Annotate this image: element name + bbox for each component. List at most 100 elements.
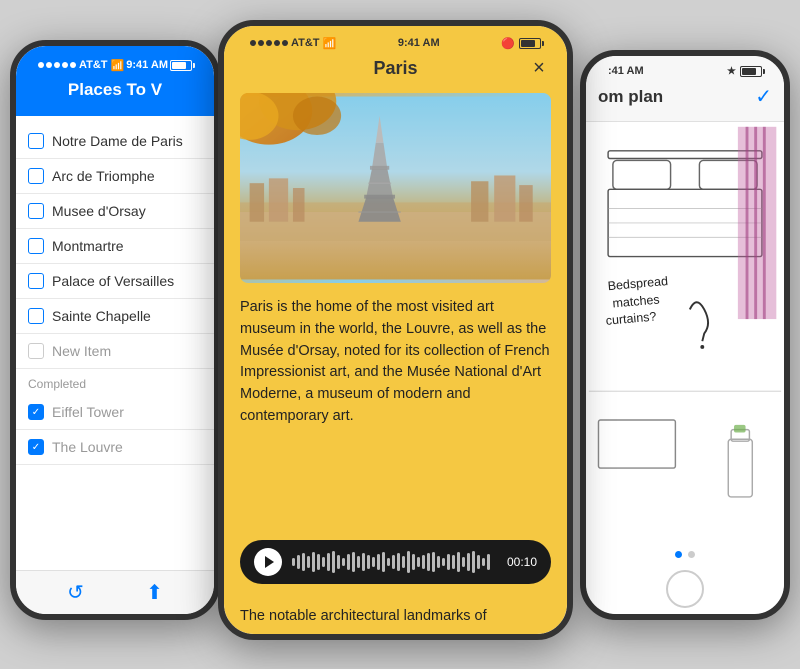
- waveform: [292, 550, 497, 574]
- c-sig-1: [250, 40, 256, 46]
- audio-time: 00:10: [507, 555, 537, 569]
- close-button[interactable]: ×: [527, 57, 551, 81]
- wave-bar: [382, 552, 385, 572]
- wave-bar: [407, 551, 410, 573]
- checkbox-eiffel[interactable]: [28, 404, 44, 420]
- wave-bar: [292, 558, 295, 566]
- wave-bar: [357, 556, 360, 568]
- todo-arc[interactable]: Arc de Triomphe: [16, 159, 214, 194]
- checkbox-versailles[interactable]: [28, 273, 44, 289]
- center-battery-fill: [521, 40, 535, 47]
- battery: [170, 60, 192, 71]
- right-screen-title: om plan: [598, 87, 663, 107]
- left-status-right: [170, 60, 192, 71]
- wave-bar: [332, 551, 335, 573]
- c-sig-3: [266, 40, 272, 46]
- wave-bar: [447, 554, 450, 570]
- wave-bar: [457, 552, 460, 572]
- checkbox-arc[interactable]: [28, 168, 44, 184]
- right-phone: :41 AM ★ om plan ✓: [580, 50, 790, 620]
- wave-bar: [372, 557, 375, 567]
- wave-bar: [302, 553, 305, 571]
- left-status-left: AT&T 📶: [38, 59, 124, 72]
- wave-bar: [482, 558, 485, 566]
- signal-dots: [38, 62, 76, 68]
- wave-bar: [387, 558, 390, 566]
- wave-bar: [442, 558, 445, 566]
- svg-text:matches: matches: [612, 292, 660, 310]
- todo-label-arc: Arc de Triomphe: [52, 168, 155, 184]
- sketch-area: Bedspread matches curtains?: [586, 122, 784, 545]
- todo-label-sainte: Sainte Chapelle: [52, 308, 151, 324]
- todo-notre-dame[interactable]: Notre Dame de Paris: [16, 124, 214, 159]
- battery-fill: [172, 62, 186, 69]
- play-button[interactable]: [254, 548, 282, 576]
- bluetooth-icon: 🔴: [501, 37, 515, 50]
- paris-image-svg: [240, 93, 551, 283]
- center-time: 9:41 AM: [398, 37, 440, 49]
- right-status-bar: :41 AM ★: [598, 60, 772, 82]
- todo-label-notre-dame: Notre Dame de Paris: [52, 133, 183, 149]
- right-bluetooth-icon: ★: [727, 66, 736, 77]
- left-toolbar: ↺ ⬆: [16, 570, 214, 614]
- share-icon[interactable]: ↺: [67, 580, 84, 605]
- center-battery: [519, 38, 541, 49]
- center-phone: AT&T 📶 9:41 AM 🔴 Paris ×: [218, 20, 573, 640]
- signal-dot-5: [70, 62, 76, 68]
- checkbox-sainte[interactable]: [28, 308, 44, 324]
- wave-bar: [317, 554, 320, 570]
- signal-dot-1: [38, 62, 44, 68]
- todo-label-musee: Musee d'Orsay: [52, 203, 146, 219]
- right-title-row: om plan ✓: [598, 82, 772, 113]
- wave-bar: [352, 552, 355, 572]
- c-sig-5: [282, 40, 288, 46]
- wave-bar: [412, 554, 415, 570]
- wave-bar: [377, 554, 380, 570]
- todo-new-item[interactable]: New Item: [16, 334, 214, 369]
- audio-player[interactable]: 00:10: [240, 540, 551, 584]
- center-screen-title: Paris: [373, 58, 417, 79]
- svg-text:curtains?: curtains?: [605, 309, 657, 327]
- wave-bar: [487, 554, 490, 570]
- signal-dot-2: [46, 62, 52, 68]
- carrier-label: AT&T: [79, 59, 108, 71]
- todo-versailles[interactable]: Palace of Versailles: [16, 264, 214, 299]
- checkbox-notre-dame[interactable]: [28, 133, 44, 149]
- upload-icon[interactable]: ⬆: [146, 580, 163, 605]
- c-sig-2: [258, 40, 264, 46]
- checkbox-musee[interactable]: [28, 203, 44, 219]
- wave-bar: [452, 555, 455, 569]
- checkmark-button[interactable]: ✓: [755, 84, 772, 109]
- checkbox-new[interactable]: [28, 343, 44, 359]
- center-screen: AT&T 📶 9:41 AM 🔴 Paris ×: [224, 26, 567, 634]
- signal-dot-4: [62, 62, 68, 68]
- wave-bar: [347, 554, 350, 570]
- wave-bar: [392, 555, 395, 569]
- wave-bar: [467, 553, 470, 571]
- paris-description: Paris is the home of the most visited ar…: [224, 283, 567, 532]
- todo-louvre[interactable]: The Louvre: [16, 430, 214, 465]
- wave-bar: [322, 557, 325, 567]
- todo-musee[interactable]: Musee d'Orsay: [16, 194, 214, 229]
- right-status-left: :41 AM: [608, 65, 644, 77]
- scene: AT&T 📶 9:41 AM Places To V: [0, 0, 800, 669]
- wave-bar: [312, 552, 315, 572]
- wave-bar: [462, 557, 465, 567]
- todo-montmartre[interactable]: Montmartre: [16, 229, 214, 264]
- wave-bar: [397, 553, 400, 571]
- wave-bar: [427, 553, 430, 571]
- wave-bar: [307, 556, 310, 568]
- todo-eiffel[interactable]: Eiffel Tower: [16, 395, 214, 430]
- pager-dot-2: [688, 551, 695, 558]
- left-status-bar: AT&T 📶 9:41 AM: [28, 54, 202, 76]
- center-carrier: AT&T: [291, 37, 320, 49]
- center-status-left: AT&T 📶: [250, 37, 336, 50]
- wave-bar: [342, 558, 345, 566]
- todo-sainte[interactable]: Sainte Chapelle: [16, 299, 214, 334]
- checkbox-louvre[interactable]: [28, 439, 44, 455]
- home-button[interactable]: [666, 570, 704, 608]
- center-status-right: 🔴: [501, 37, 541, 50]
- svg-text:Bedspread: Bedspread: [607, 274, 668, 293]
- sketch-svg: Bedspread matches curtains?: [586, 122, 784, 545]
- checkbox-montmartre[interactable]: [28, 238, 44, 254]
